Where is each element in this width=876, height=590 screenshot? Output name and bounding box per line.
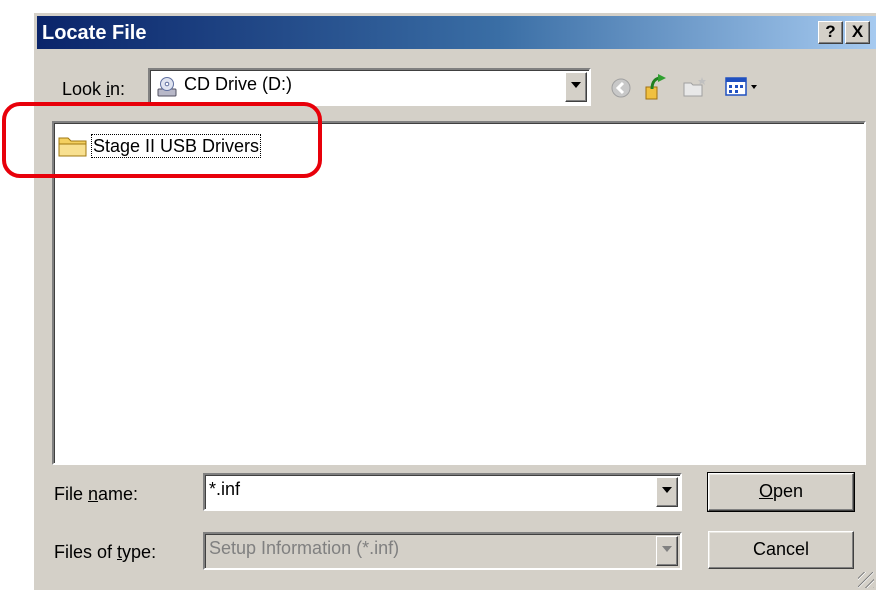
look-in-dropdown-button[interactable] bbox=[565, 72, 587, 102]
title-bar[interactable]: Locate File ? X bbox=[37, 16, 876, 49]
back-icon[interactable] bbox=[609, 76, 633, 100]
file-name-dropdown-button[interactable] bbox=[656, 477, 678, 507]
look-in-value: CD Drive (D:) bbox=[184, 74, 292, 94]
file-type-value: Setup Information (*.inf) bbox=[209, 538, 400, 558]
highlight-annotation bbox=[2, 102, 322, 178]
file-type-combo[interactable]: Setup Information (*.inf) bbox=[203, 532, 682, 570]
file-type-label: Files of type: bbox=[54, 542, 157, 562]
view-menu-icon[interactable] bbox=[724, 75, 764, 99]
new-folder-icon[interactable] bbox=[682, 75, 708, 99]
look-in-combo[interactable]: CD Drive (D:) bbox=[148, 68, 591, 106]
file-type-dropdown-button[interactable] bbox=[656, 536, 678, 566]
file-name-label: File name: bbox=[54, 484, 139, 504]
close-button[interactable]: X bbox=[845, 21, 870, 44]
cancel-button[interactable]: Cancel bbox=[708, 531, 854, 569]
file-name-input[interactable]: *.inf bbox=[209, 478, 240, 500]
chevron-down-icon bbox=[662, 546, 672, 552]
help-button[interactable]: ? bbox=[818, 21, 843, 44]
look-in-label: Look in: bbox=[62, 79, 126, 99]
up-folder-icon[interactable] bbox=[644, 73, 670, 101]
open-button[interactable]: Open bbox=[707, 472, 855, 512]
locate-file-dialog: Locate File ? X Look in: CD Drive (D:) S… bbox=[33, 12, 876, 590]
resize-grip[interactable] bbox=[858, 572, 874, 588]
cd-drive-icon bbox=[156, 76, 178, 98]
file-name-combo[interactable]: *.inf bbox=[203, 473, 682, 511]
window-title: Locate File bbox=[42, 22, 147, 44]
chevron-down-icon bbox=[662, 487, 672, 493]
chevron-down-icon bbox=[571, 82, 581, 88]
